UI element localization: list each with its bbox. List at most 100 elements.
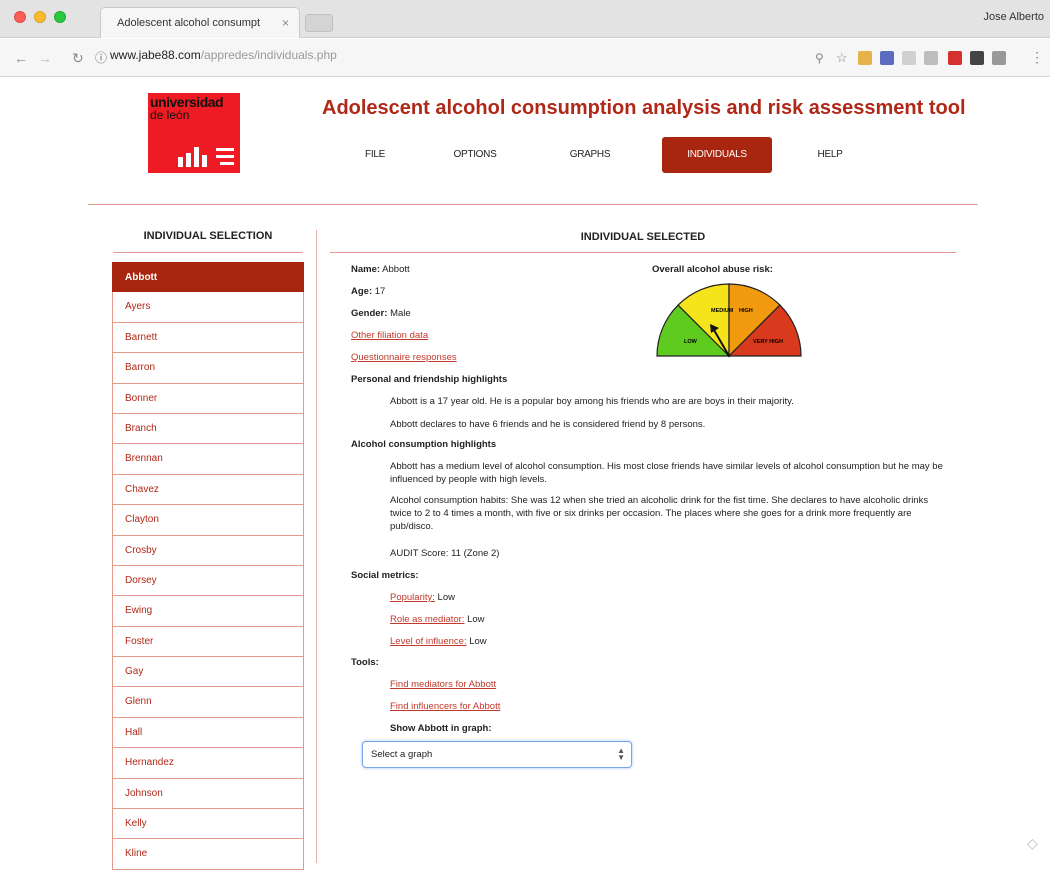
window-zoom-button[interactable]	[54, 11, 66, 23]
profile-name[interactable]: Jose Alberto	[983, 11, 1044, 23]
metric-influence: Level of influence: Low	[390, 636, 487, 647]
graph-select[interactable]: Select a graph ▲ ▼	[362, 741, 632, 768]
list-item-kelly[interactable]: Kelly	[112, 809, 304, 840]
url-path: /appredes/individuals.php	[200, 48, 337, 62]
search-icon[interactable]: ⚲	[815, 51, 824, 65]
list-item-ewing[interactable]: Ewing	[112, 596, 304, 627]
metric-popularity: Popularity: Low	[390, 592, 455, 603]
name-label: Name:	[351, 264, 381, 275]
list-item-gay[interactable]: Gay	[112, 657, 304, 688]
extension-icon[interactable]	[924, 51, 938, 65]
diamond-icon[interactable]: ◇	[1027, 835, 1038, 852]
list-item-bonner[interactable]: Bonner	[112, 383, 304, 414]
age-row: Age: 17	[351, 286, 385, 297]
tab-title: Adolescent alcohol consumpt	[117, 17, 261, 29]
detail-divider	[330, 252, 956, 253]
address-bar[interactable]: www.jabe88.com/appredes/individuals.php	[110, 48, 337, 62]
reload-icon[interactable]: ↻	[72, 50, 84, 67]
browser-tab[interactable]: Adolescent alcohol consumpt ×	[100, 7, 300, 38]
audit-score: AUDIT Score: 11 (Zone 2)	[390, 548, 500, 559]
extension-icon[interactable]	[948, 51, 962, 65]
list-item-barron[interactable]: Barron	[112, 353, 304, 384]
name-value: Abbott	[382, 264, 410, 275]
list-item-dorsey[interactable]: Dorsey	[112, 565, 304, 597]
window-minimize-button[interactable]	[34, 11, 46, 23]
list-item-chavez[interactable]: Chavez	[112, 474, 304, 506]
sidebar-heading: INDIVIDUAL SELECTION	[143, 230, 273, 242]
alcohol-paragraph-2: Alcohol consumption habits: She was 12 w…	[390, 495, 929, 532]
find-influencers-link[interactable]: Find influencers for Abbott	[390, 701, 500, 712]
graph-select-value: Select a graph	[371, 749, 433, 760]
list-item-foster[interactable]: Foster	[112, 626, 304, 658]
browser-toolbar: ← → ↻ ⓘ www.jabe88.com/appredes/individu…	[0, 39, 1050, 77]
filiation-link[interactable]: Other filiation data	[351, 330, 428, 341]
university-logo[interactable]: universidad de león	[148, 93, 240, 173]
metric-influence-value: Low	[469, 636, 487, 647]
main-nav: FILE OPTIONS GRAPHS INDIVIDUALS HELP	[335, 137, 975, 173]
social-heading: Social metrics:	[351, 570, 419, 581]
metric-mediator: Role as mediator: Low	[390, 614, 485, 625]
close-icon[interactable]: ×	[282, 16, 289, 30]
list-item-glenn[interactable]: Glenn	[112, 687, 304, 718]
metric-popularity-value: Low	[437, 592, 455, 603]
gauge-label-low: LOW	[684, 339, 698, 345]
list-item-johnson[interactable]: Johnson	[112, 778, 304, 810]
extension-icon[interactable]	[992, 51, 1006, 65]
gender-row: Gender: Male	[351, 308, 411, 319]
logo-graphic	[178, 145, 236, 167]
chevron-updown-icon: ▲ ▼	[617, 746, 625, 762]
list-item-kline[interactable]: Kline	[112, 839, 304, 870]
alcohol-heading: Alcohol consumption highlights	[351, 439, 497, 450]
graph-label: Show Abbott in graph:	[390, 723, 492, 734]
url-host: www.jabe88.com	[110, 48, 201, 62]
metric-popularity-link[interactable]: Popularity:	[390, 592, 435, 603]
name-row: Name: Abbott	[351, 264, 410, 275]
personal-paragraph-2: Abbott declares to have 6 friends and he…	[390, 419, 706, 430]
extension-icon[interactable]	[970, 51, 984, 65]
info-icon[interactable]: ⓘ	[95, 49, 107, 66]
nav-graphs[interactable]: GRAPHS	[560, 137, 620, 173]
header-divider	[88, 204, 978, 205]
list-item-brennan[interactable]: Brennan	[112, 444, 304, 475]
list-item-clayton[interactable]: Clayton	[112, 505, 304, 536]
age-value: 17	[374, 286, 386, 297]
alcohol-paragraph-1: Abbott has a medium level of alcohol con…	[390, 461, 943, 485]
logo-subtext: de león	[150, 108, 190, 122]
personal-paragraph-1: Abbott is a 17 year old. He is a popular…	[390, 396, 794, 407]
extension-icon[interactable]	[880, 51, 894, 65]
nav-help[interactable]: HELP	[810, 137, 850, 173]
risk-gauge: LOW MEDIUM HIGH VERY HIGH	[656, 283, 802, 358]
forward-icon[interactable]: →	[38, 50, 52, 66]
gauge-label-very-high: VERY HIGH	[753, 339, 783, 345]
window-close-button[interactable]	[14, 11, 26, 23]
nav-file[interactable]: FILE	[355, 137, 395, 173]
find-mediators-link[interactable]: Find mediators for Abbott	[390, 679, 496, 690]
sidebar-divider	[113, 252, 303, 253]
nav-individuals[interactable]: INDIVIDUALS	[662, 137, 772, 173]
metric-mediator-link[interactable]: Role as mediator:	[390, 614, 464, 625]
list-item-abbott[interactable]: Abbott	[112, 262, 304, 293]
new-tab-button[interactable]	[305, 14, 333, 32]
gender-label: Gender:	[351, 308, 388, 319]
extension-icon[interactable]	[902, 51, 916, 65]
logo-text: universidad	[150, 94, 224, 110]
extension-icon[interactable]	[858, 51, 872, 65]
list-item-branch[interactable]: Branch	[112, 413, 304, 445]
questionnaire-link[interactable]: Questionnaire responses	[351, 352, 457, 363]
back-icon[interactable]: ←	[14, 50, 28, 66]
individual-list: Abbott Ayers Barnett Barron Bonner Branch Bren…	[112, 262, 304, 870]
metric-influence-link[interactable]: Level of influence:	[390, 636, 467, 647]
list-item-crosby[interactable]: Crosby	[112, 535, 304, 566]
nav-options[interactable]: OPTIONS	[445, 137, 505, 173]
list-item-hall[interactable]: Hall	[112, 717, 304, 749]
list-item-hernandez[interactable]: Hernandez	[112, 748, 304, 779]
menu-icon[interactable]: ⋮	[1030, 49, 1044, 66]
list-item-barnett[interactable]: Barnett	[112, 322, 304, 354]
list-item-ayers[interactable]: Ayers	[112, 292, 304, 323]
detail-heading: INDIVIDUAL SELECTED	[580, 231, 706, 243]
risk-label: Overall alcohol abuse risk:	[652, 264, 773, 275]
star-icon[interactable]: ☆	[836, 50, 848, 66]
page-title: Adolescent alcohol consumption analysis …	[322, 97, 966, 119]
personal-heading: Personal and friendship highlights	[351, 374, 508, 385]
metric-mediator-value: Low	[467, 614, 485, 625]
